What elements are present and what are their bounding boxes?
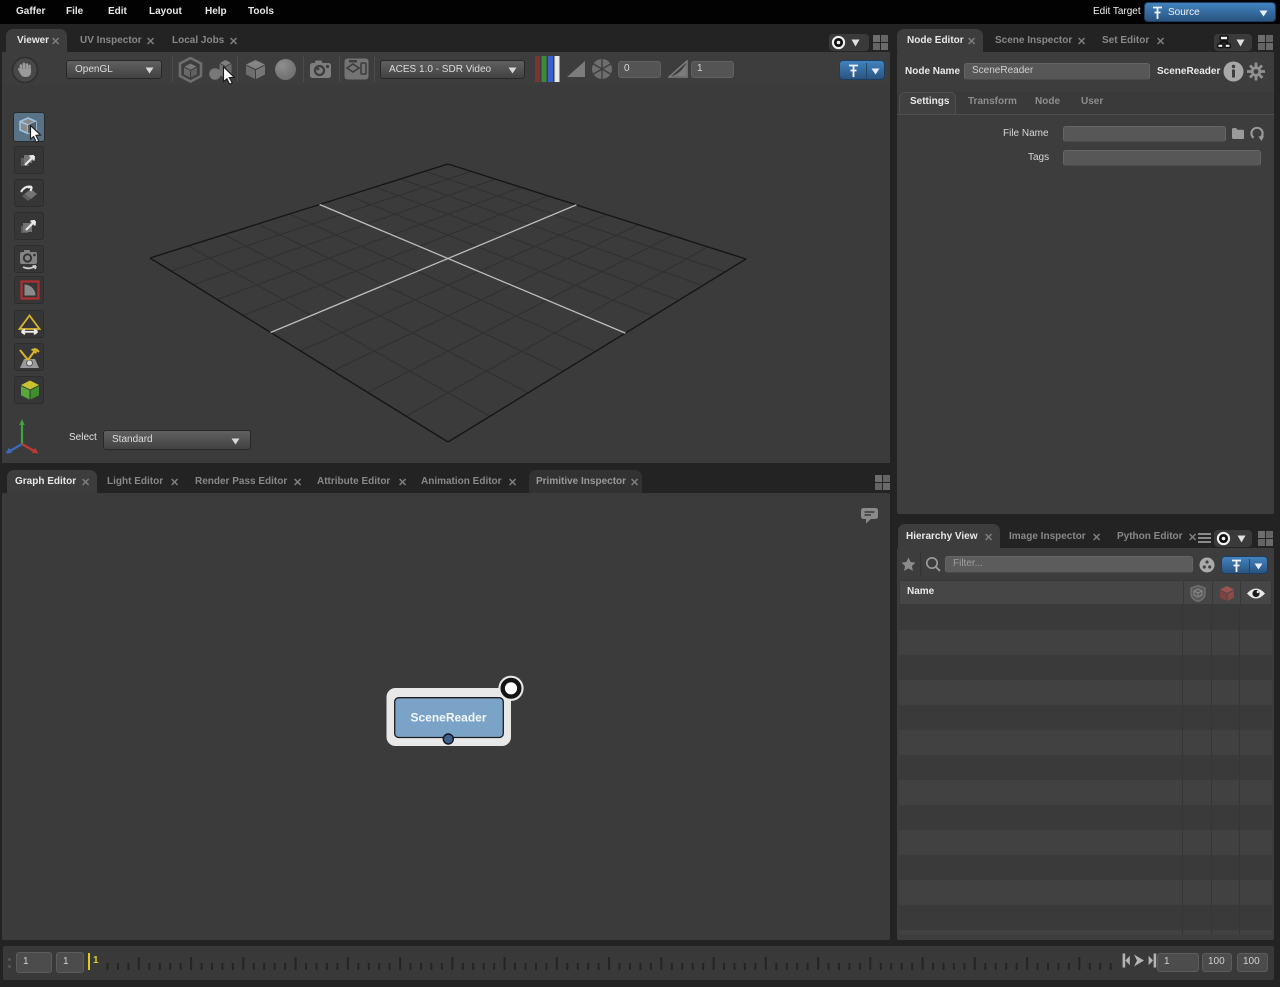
svg-text:SceneReader: SceneReader xyxy=(410,711,486,725)
